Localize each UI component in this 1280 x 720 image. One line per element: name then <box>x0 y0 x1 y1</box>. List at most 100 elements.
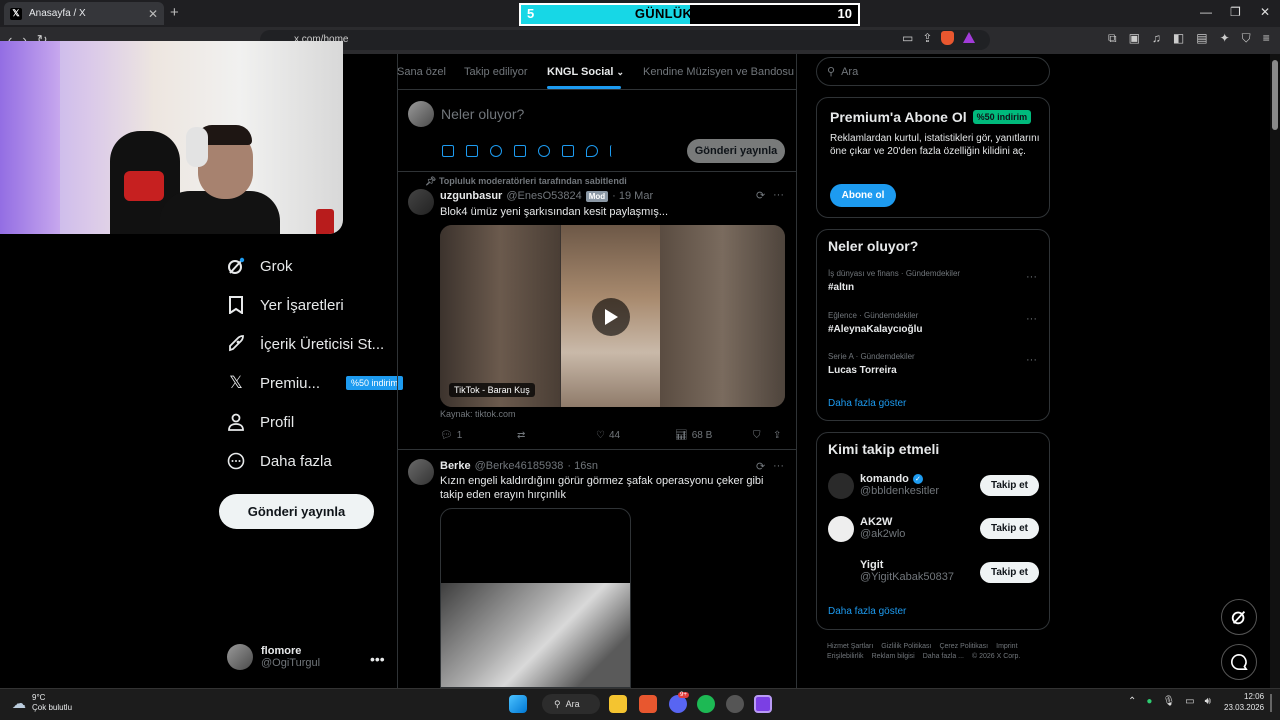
grok-explain-icon[interactable]: ⟳ <box>756 460 765 473</box>
tweet-avatar[interactable] <box>408 189 434 215</box>
scrollbar-thumb[interactable] <box>1272 60 1278 130</box>
follow-suggestion[interactable]: Yigit @YigitKabak50837 <box>860 559 954 583</box>
reply-button[interactable]: 💬︎ 1 <box>440 430 462 441</box>
sidebar-item-bookmarks[interactable]: Yer İşaretleri <box>226 295 344 315</box>
schedule-icon[interactable] <box>562 145 574 157</box>
composer-input[interactable]: Neler oluyor? <box>441 106 524 122</box>
tweet-author-handle[interactable]: @Berke46185938 <box>475 460 564 472</box>
scrollbar[interactable] <box>1270 54 1280 688</box>
emoji-icon[interactable] <box>538 145 550 157</box>
grok-compose-icon[interactable] <box>490 145 502 157</box>
spotify-icon[interactable] <box>697 695 715 713</box>
brave-rewards-icon[interactable] <box>963 32 976 43</box>
volume-icon[interactable]: 🔊︎ <box>1205 696 1211 707</box>
tweet-video[interactable]: TikTok - Baran Kuş <box>440 225 785 407</box>
follow-button[interactable]: Takip et <box>980 518 1039 539</box>
cast-icon[interactable]: ▭ <box>902 31 913 45</box>
tweet-author-name[interactable]: Berke <box>440 460 471 472</box>
sidebar-item-creator-studio[interactable]: İçerik Üreticisi St... <box>226 334 384 354</box>
trend-more-icon[interactable]: ··· <box>1026 271 1037 283</box>
bookmark-tweet-icon[interactable]: ⛉ <box>753 430 761 441</box>
sidebar-item-grok[interactable]: Grok <box>226 256 293 276</box>
follow-suggestion[interactable]: komando ✓ @bbldenkesitler <box>860 473 939 497</box>
network-icon[interactable]: ▭ <box>1185 696 1194 707</box>
maximize-icon[interactable]: ❐ <box>1230 5 1241 19</box>
composer-post-button[interactable]: Gönderi yayınla <box>687 139 785 163</box>
tab-for-you[interactable]: Sana özel <box>397 66 446 78</box>
avatar[interactable] <box>828 516 854 542</box>
tweet-more-icon[interactable]: ··· <box>773 189 784 201</box>
address-bar[interactable]: x.com/home <box>260 30 990 50</box>
tweet-avatar[interactable] <box>408 459 434 485</box>
sidebar-item-premium[interactable]: 𝕏 Premiu... %50 indirim <box>226 373 404 393</box>
follow-show-more[interactable]: Daha fazla göster <box>828 606 906 617</box>
new-tab-button[interactable]: + <box>170 4 179 21</box>
screenshot-icon[interactable]: ▣ <box>1129 31 1140 46</box>
flag-icon[interactable] <box>610 145 622 157</box>
tweet-more-icon[interactable]: ··· <box>773 460 784 472</box>
tab-musicians[interactable]: Kendine Müzisyen ve Bandosu <box>643 66 794 78</box>
search-input[interactable]: ⚲ Ara <box>816 57 1050 86</box>
footer-link[interactable]: Erişilebilirlik <box>827 653 864 660</box>
repost-button[interactable]: ⇄ <box>517 430 529 441</box>
microphone-icon[interactable]: 🎙︎ <box>1162 696 1175 707</box>
footer-link[interactable]: Hizmet Şartları <box>827 643 873 650</box>
tweet-author-handle[interactable]: @EnesO53824 <box>506 190 581 202</box>
footer-link[interactable]: Reklam bilgisi <box>872 653 915 660</box>
brave-shields-icon[interactable] <box>941 31 955 45</box>
tab-close-icon[interactable]: ✕ <box>148 7 158 21</box>
file-explorer-icon[interactable] <box>609 695 627 713</box>
poll-icon[interactable] <box>514 145 526 157</box>
app-icon[interactable] <box>726 695 744 713</box>
trend-more-icon[interactable]: ··· <box>1026 354 1037 366</box>
avatar[interactable] <box>828 473 854 499</box>
minimize-icon[interactable]: — <box>1200 5 1212 19</box>
tweet-author-name[interactable]: uzgunbasur <box>440 190 502 202</box>
tweet-time[interactable]: · 19 Mar <box>612 190 653 202</box>
like-button[interactable]: ♡ 44 <box>596 430 620 441</box>
follow-button[interactable]: Takip et <box>980 475 1039 496</box>
trends-show-more[interactable]: Daha fazla göster <box>828 398 906 409</box>
wallet-icon[interactable]: ▤ <box>1196 31 1207 46</box>
grok-fab-icon[interactable] <box>1221 599 1257 635</box>
trend-item[interactable]: Eğlence · Gündemdekiler #AleynaKalaycıoğ… <box>828 311 922 335</box>
account-switcher[interactable]: flomore @OgiTurgul <box>227 644 320 670</box>
post-button[interactable]: Gönderi yayınla <box>219 494 374 529</box>
tray-chevron-icon[interactable]: ⌃ <box>1128 696 1136 707</box>
tab-kngl-social[interactable]: KNGL Social ⌄ <box>547 66 624 78</box>
extensions-icon[interactable]: ⧉ <box>1108 31 1117 46</box>
weather-widget[interactable]: ☁ 9°C Çok bulutlu <box>12 693 72 714</box>
window-close-icon[interactable]: ✕ <box>1260 5 1270 19</box>
menu-icon[interactable]: ≡ <box>1263 31 1270 46</box>
location-icon[interactable] <box>586 145 598 157</box>
footer-link[interactable]: Gizlilik Politikası <box>881 643 931 650</box>
share-icon[interactable]: ⇪ <box>922 31 932 45</box>
taskbar-search[interactable]: ⚲ Ara <box>542 694 600 714</box>
tab-following[interactable]: Takip ediliyor <box>464 66 528 78</box>
sidebar-toggle-icon[interactable]: ◧ <box>1173 31 1184 46</box>
footer-link[interactable]: Imprint <box>996 643 1017 650</box>
messages-fab-icon[interactable] <box>1221 644 1257 680</box>
footer-link[interactable]: Çerez Politikası <box>939 643 988 650</box>
link-source[interactable]: Kaynak: tiktok.com <box>440 409 516 419</box>
follow-suggestion[interactable]: AK2W @ak2wlo <box>860 516 905 540</box>
windows-start-icon[interactable] <box>509 695 527 713</box>
leo-ai-icon[interactable]: ✦ <box>1220 31 1230 46</box>
play-icon[interactable] <box>592 298 630 336</box>
vpn-icon[interactable]: ⛉ <box>1242 31 1251 46</box>
trend-more-icon[interactable]: ··· <box>1026 313 1037 325</box>
gif-icon[interactable] <box>466 145 478 157</box>
music-icon[interactable]: ♫ <box>1152 31 1161 46</box>
trend-item[interactable]: İş dünyası ve finans · Gündemdekiler #al… <box>828 269 960 293</box>
views-button[interactable]: 📊︎ 68 B <box>675 430 712 441</box>
trend-item[interactable]: Serie A · Gündemdekiler Lucas Torreira <box>828 352 915 376</box>
share-tweet-icon[interactable]: ⇪ <box>773 430 781 441</box>
twitch-icon[interactable] <box>754 695 772 713</box>
follow-button[interactable]: Takip et <box>980 562 1039 583</box>
taskbar-clock[interactable]: 12:06 23.03.2026 <box>1224 692 1264 714</box>
footer-link[interactable]: Daha fazla ... <box>923 653 964 660</box>
show-desktop-button[interactable] <box>1270 694 1272 712</box>
image-icon[interactable] <box>442 145 454 157</box>
sidebar-item-more[interactable]: Daha fazla <box>226 451 332 471</box>
brave-taskbar-icon[interactable] <box>639 695 657 713</box>
